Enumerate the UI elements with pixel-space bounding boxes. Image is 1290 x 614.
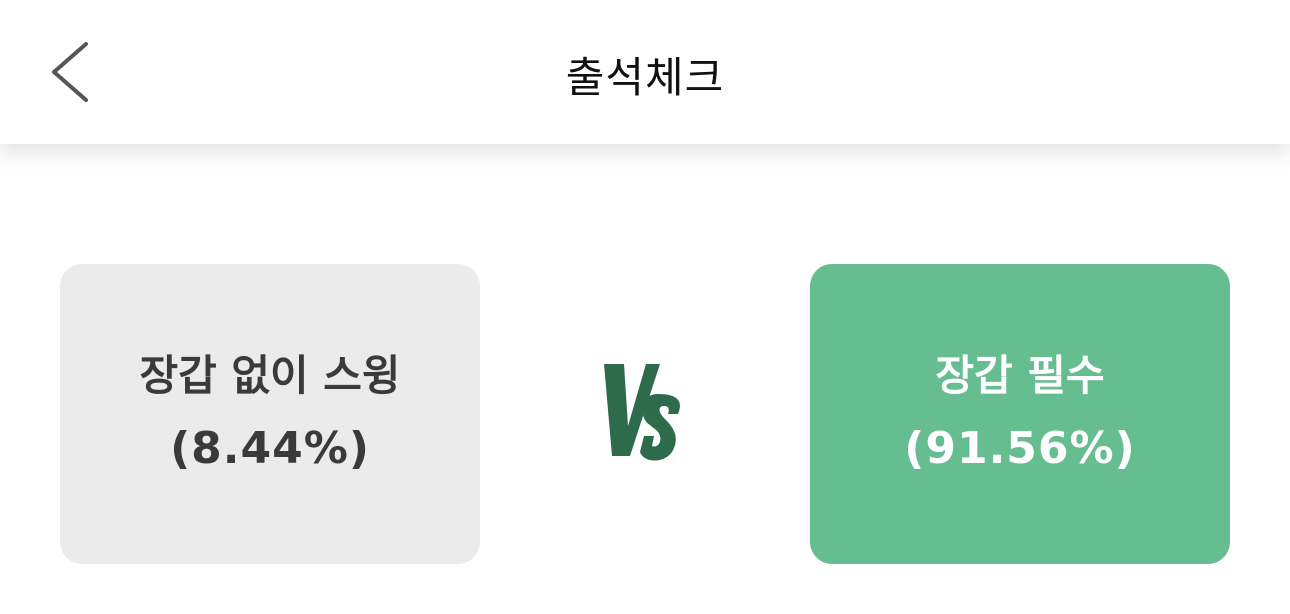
header-bar: 출석체크 bbox=[0, 0, 1290, 144]
option-card-glove-required[interactable]: 장갑 필수 (91.56%) bbox=[810, 264, 1230, 564]
option-label: 장갑 없이 스윙 bbox=[139, 351, 401, 400]
option-card-no-glove[interactable]: 장갑 없이 스윙 (8.44%) bbox=[60, 264, 480, 564]
vote-section: 장갑 없이 스윙 (8.44%) 장갑 필수 (91.56%) bbox=[0, 144, 1290, 614]
option-percent: (91.56%) bbox=[904, 423, 1136, 474]
vs-icon bbox=[604, 364, 680, 461]
option-label: 장갑 필수 bbox=[935, 351, 1105, 400]
page-title: 출석체크 bbox=[565, 53, 725, 102]
option-percent: (8.44%) bbox=[170, 423, 370, 474]
